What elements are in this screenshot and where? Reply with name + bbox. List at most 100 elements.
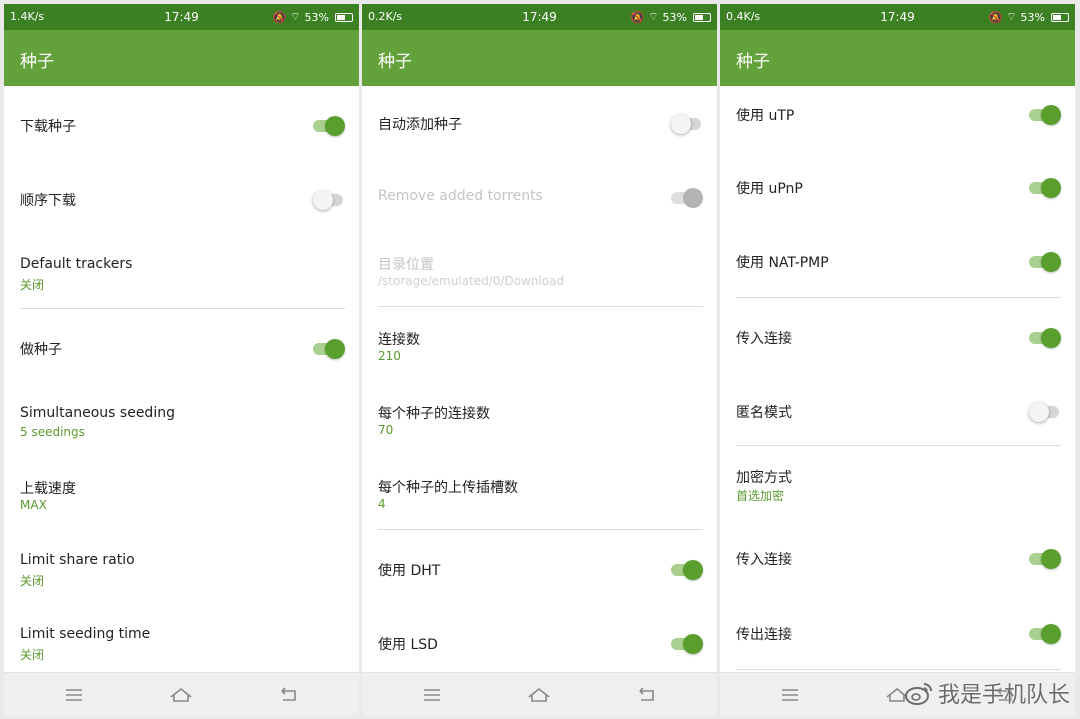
screens-container: 1.4K/s 17:49 🔕 ⌔ 53% 种子 下载种子 顺序下载 Defaul… (0, 0, 1080, 719)
setting-default-trackers[interactable]: Default trackers 关闭 (4, 232, 359, 306)
setting-use-upnp[interactable]: 使用 uPnP (720, 148, 1075, 222)
setting-title: 每个种子的上传插槽数 (378, 480, 518, 496)
menu-icon[interactable] (420, 683, 444, 707)
setting-value: 关闭 (20, 574, 45, 588)
settings-screen-3: 0.4K/s 17:49 🔕 ⌔ 53% 种子 使用 uTP 使用 uPnP 使… (720, 4, 1075, 716)
app-bar: 种子 (362, 30, 717, 86)
battery-icon (335, 12, 353, 22)
remove-added-torrents-toggle (671, 186, 703, 208)
setting-title: 传入连接 (736, 331, 792, 347)
setting-value: /storage/emulated/0/Download (378, 274, 565, 288)
incoming-connections-2-toggle[interactable] (1029, 547, 1061, 569)
incoming-connections-toggle[interactable] (1029, 326, 1061, 348)
setting-value: 4 (378, 497, 386, 511)
setting-title: 使用 uPnP (736, 181, 803, 197)
mute-icon: 🔕 (272, 10, 287, 24)
setting-title: 传入连接 (736, 552, 792, 568)
use-lsd-toggle[interactable] (671, 632, 703, 654)
battery-percent: 53% (1020, 10, 1045, 24)
setting-title: Remove added torrents (378, 188, 543, 204)
setting-title: 顺序下载 (20, 193, 76, 209)
status-bar: 0.2K/s 17:49 🔕 ⌔ 53% (362, 4, 717, 30)
setting-title: Limit seeding time (20, 626, 151, 642)
setting-seeding[interactable]: 做种子 (4, 309, 359, 382)
setting-title: 下载种子 (20, 119, 76, 135)
menu-icon[interactable] (778, 683, 802, 707)
setting-upload-slots-per-torrent[interactable]: 每个种子的上传插槽数 4 (362, 455, 717, 529)
setting-outgoing-connections[interactable]: 传出连接 (720, 594, 1075, 668)
setting-use-lsd[interactable]: 使用 LSD (362, 604, 717, 678)
download-torrent-toggle[interactable] (313, 114, 345, 136)
setting-connection-count[interactable]: 连接数 210 (362, 307, 717, 381)
page-title: 种子 (736, 52, 770, 72)
section-divider (736, 669, 1061, 670)
setting-incoming-connections[interactable]: 传入连接 (720, 298, 1075, 372)
home-icon[interactable] (169, 683, 193, 707)
setting-value: 首选加密 (736, 489, 785, 503)
use-dht-toggle[interactable] (671, 558, 703, 580)
anonymous-mode-toggle[interactable] (1029, 400, 1059, 422)
status-bar: 0.4K/s 17:49 🔕 ⌔ 53% (720, 4, 1075, 30)
setting-value: 5 seedings (20, 425, 85, 439)
setting-title: Limit share ratio (20, 552, 135, 568)
setting-use-utp[interactable]: 使用 uTP (720, 86, 1075, 148)
setting-use-dht[interactable]: 使用 DHT (362, 530, 717, 604)
battery-percent: 53% (304, 10, 329, 24)
setting-title: 使用 LSD (378, 637, 438, 653)
wifi-icon: ⌔ (1006, 10, 1017, 23)
setting-directory-location: 目录位置 /storage/emulated/0/Download (362, 232, 717, 306)
setting-remove-added-torrents: Remove added torrents (362, 158, 717, 232)
setting-download-torrent[interactable]: 下载种子 (4, 86, 359, 160)
setting-simultaneous-seeding[interactable]: Simultaneous seeding 5 seedings (4, 382, 359, 456)
page-title: 种子 (20, 52, 54, 72)
sequential-download-toggle[interactable] (313, 188, 343, 210)
setting-incoming-connections-2[interactable]: 传入连接 (720, 518, 1075, 594)
setting-title: 使用 uTP (736, 108, 795, 124)
use-upnp-toggle[interactable] (1029, 176, 1061, 198)
setting-title: 做种子 (20, 342, 62, 358)
battery-icon (1051, 12, 1069, 22)
setting-anonymous-mode[interactable]: 匿名模式 (720, 372, 1075, 444)
setting-use-nat-pmp[interactable]: 使用 NAT-PMP (720, 222, 1075, 296)
app-bar: 种子 (4, 30, 359, 86)
use-utp-toggle[interactable] (1029, 103, 1061, 125)
setting-title: 每个种子的连接数 (378, 406, 490, 422)
setting-connections-per-torrent[interactable]: 每个种子的连接数 70 (362, 381, 717, 455)
setting-title: 使用 DHT (378, 563, 441, 579)
setting-auto-add-torrent[interactable]: 自动添加种子 (362, 86, 717, 158)
app-bar: 种子 (720, 30, 1075, 86)
back-icon[interactable] (634, 683, 658, 707)
setting-limit-seeding-time[interactable]: Limit seeding time 关闭 (4, 604, 359, 678)
setting-sequential-download[interactable]: 顺序下载 (4, 160, 359, 232)
setting-title: 使用 NAT-PMP (736, 255, 829, 271)
setting-limit-share-ratio[interactable]: Limit share ratio 关闭 (4, 530, 359, 604)
nav-bar (362, 672, 717, 716)
setting-title: 传出连接 (736, 627, 792, 643)
outgoing-connections-toggle[interactable] (1029, 622, 1061, 644)
weibo-logo-icon (904, 683, 932, 705)
setting-value: 210 (378, 349, 401, 363)
setting-encryption-mode[interactable]: 加密方式 首选加密 (720, 446, 1075, 518)
settings-screen-1: 1.4K/s 17:49 🔕 ⌔ 53% 种子 下载种子 顺序下载 Defaul… (4, 4, 359, 716)
setting-title: 匿名模式 (736, 405, 792, 421)
watermark-text: 我是手机队长 (937, 683, 1070, 708)
settings-screen-2: 0.2K/s 17:49 🔕 ⌔ 53% 种子 自动添加种子 Remove ad… (362, 4, 717, 716)
setting-upload-speed[interactable]: 上载速度 MAX (4, 456, 359, 530)
setting-title: 上载速度 (20, 481, 76, 497)
menu-icon[interactable] (62, 683, 86, 707)
setting-title: 自动添加种子 (378, 117, 462, 133)
setting-value: 关闭 (20, 648, 45, 662)
setting-title: Default trackers (20, 256, 133, 272)
page-title: 种子 (378, 52, 412, 72)
mute-icon: 🔕 (630, 10, 645, 24)
watermark: 我是手机队长 (904, 677, 1070, 709)
wifi-icon: ⌔ (648, 10, 659, 23)
use-nat-pmp-toggle[interactable] (1029, 250, 1061, 272)
home-icon[interactable] (527, 683, 551, 707)
setting-value: MAX (20, 498, 47, 512)
seeding-toggle[interactable] (313, 337, 345, 359)
battery-icon (693, 12, 711, 22)
auto-add-torrent-toggle[interactable] (671, 112, 701, 134)
back-icon[interactable] (276, 683, 300, 707)
wifi-icon: ⌔ (290, 10, 301, 23)
